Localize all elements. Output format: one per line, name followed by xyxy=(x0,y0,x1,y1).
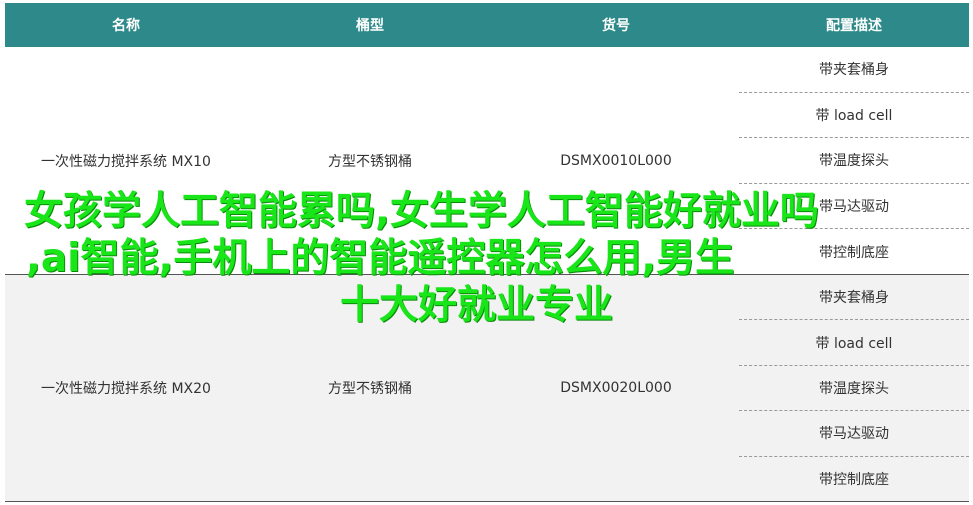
header-config: 配置描述 xyxy=(826,18,882,34)
overlay-line-1: 女孩学人工智能累吗,女生学人工智能好就业吗 xyxy=(24,189,819,234)
config-item: 带夹套桶身 xyxy=(739,47,969,93)
overlay-line-3: 十大好就业专业 xyxy=(340,283,614,328)
config-item: 带 load cell xyxy=(739,93,969,139)
config-item: 带马达驱动 xyxy=(739,411,969,457)
header-bucket-type: 桶型 xyxy=(356,18,384,34)
header-name: 名称 xyxy=(112,18,140,34)
config-item: 带控制底座 xyxy=(819,471,889,488)
overlay-banner-text: 女孩学人工智能累吗,女生学人工智能好就业吗 ,ai智能,手机上的智能遥控器怎么用… xyxy=(0,188,973,329)
config-item: 带温度探头 xyxy=(739,366,969,412)
table-header: 名称 桶型 货号 配置描述 xyxy=(5,3,969,47)
config-item: 带温度探头 xyxy=(739,138,969,184)
header-sku: 货号 xyxy=(602,18,630,34)
overlay-line-2: ,ai智能,手机上的智能遥控器怎么用,男生 xyxy=(26,236,735,281)
